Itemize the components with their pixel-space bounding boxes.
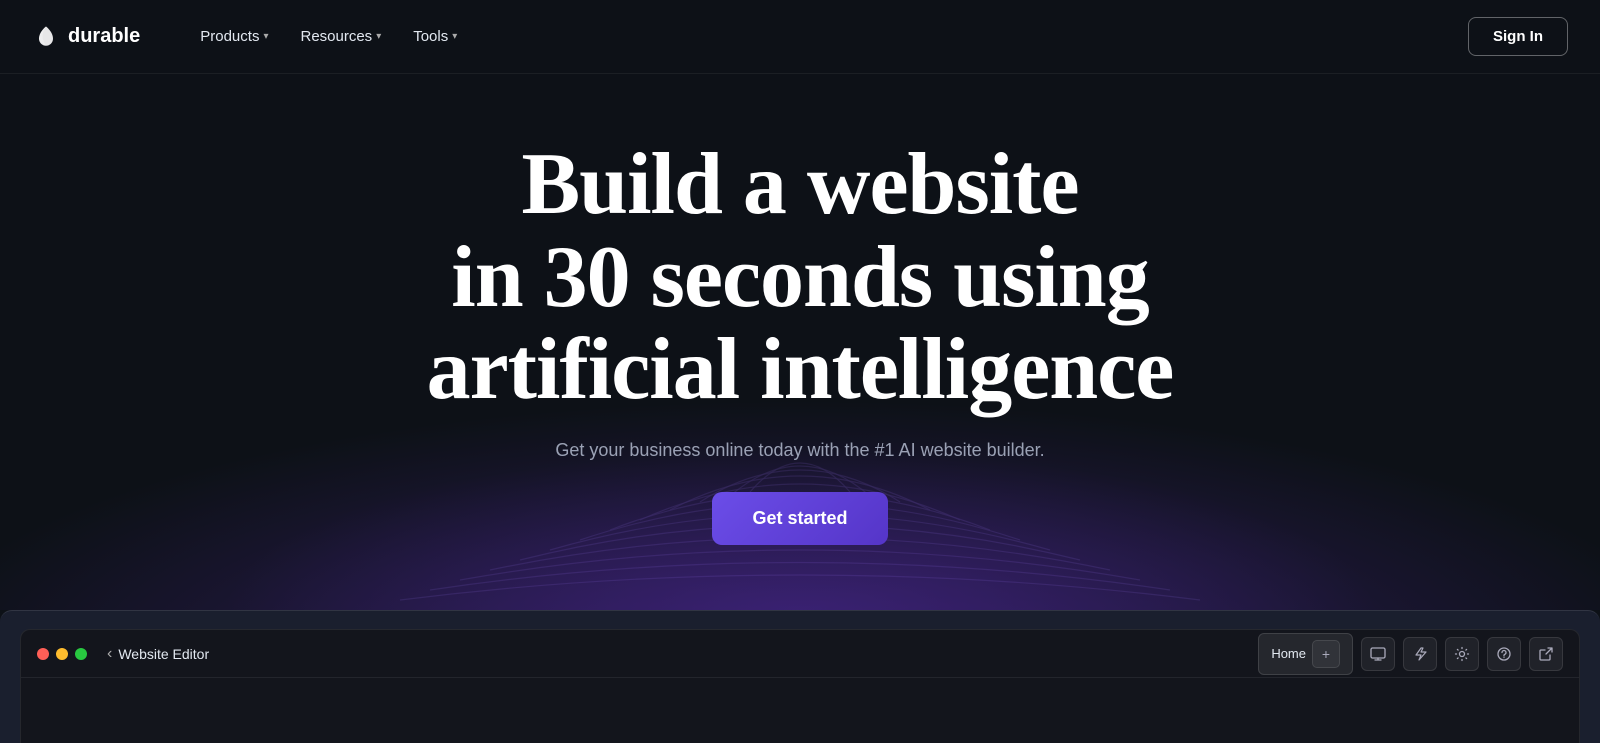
editor-titlebar: ‹ Website Editor Home +: [21, 630, 1579, 678]
hero-title: Build a website in 30 seconds using arti…: [427, 139, 1174, 416]
traffic-light-red[interactable]: [37, 648, 49, 660]
chevron-left-icon: ‹: [107, 645, 112, 663]
nav-products[interactable]: Products ▾: [188, 20, 280, 53]
logo[interactable]: durable: [32, 23, 140, 51]
chevron-down-icon: ▾: [452, 31, 457, 42]
traffic-lights: [37, 648, 87, 660]
hero-content: Build a website in 30 seconds using arti…: [427, 139, 1174, 544]
chevron-down-icon: ▾: [376, 31, 381, 42]
traffic-light-yellow[interactable]: [56, 648, 68, 660]
editor-back-button[interactable]: ‹ Website Editor: [107, 645, 209, 663]
nav-links: Products ▾ Resources ▾ Tools ▾: [188, 20, 1468, 53]
sign-in-button[interactable]: Sign In: [1468, 17, 1568, 56]
nav-resources-label: Resources: [300, 28, 372, 45]
plus-icon: +: [1322, 646, 1330, 662]
traffic-light-green[interactable]: [75, 648, 87, 660]
nav-tools[interactable]: Tools ▾: [401, 20, 469, 53]
settings-button[interactable]: [1445, 637, 1479, 671]
chevron-down-icon: ▾: [263, 31, 268, 42]
editor-back-label: Website Editor: [118, 646, 209, 662]
nav-resources[interactable]: Resources ▾: [288, 20, 393, 53]
desktop-view-button[interactable]: [1361, 637, 1395, 671]
hero-section: Build a website in 30 seconds using arti…: [0, 74, 1600, 610]
external-link-button[interactable]: [1529, 637, 1563, 671]
home-tab-label: Home: [1271, 646, 1306, 661]
editor-toolbar-right: Home +: [1258, 633, 1563, 675]
get-started-button[interactable]: Get started: [712, 492, 887, 545]
home-tab[interactable]: Home +: [1258, 633, 1353, 675]
editor-bar: ‹ Website Editor Home +: [0, 610, 1600, 743]
add-tab-button[interactable]: +: [1312, 640, 1340, 668]
help-button[interactable]: [1487, 637, 1521, 671]
navbar: durable Products ▾ Resources ▾ Tools ▾ S…: [0, 0, 1600, 74]
brand-name: durable: [68, 25, 140, 48]
nav-tools-label: Tools: [413, 28, 448, 45]
lightning-button[interactable]: [1403, 637, 1437, 671]
editor-bar-inner: ‹ Website Editor Home +: [20, 629, 1580, 743]
hero-subtitle: Get your business online today with the …: [555, 437, 1044, 464]
nav-products-label: Products: [200, 28, 259, 45]
nav-right: Sign In: [1468, 17, 1568, 56]
